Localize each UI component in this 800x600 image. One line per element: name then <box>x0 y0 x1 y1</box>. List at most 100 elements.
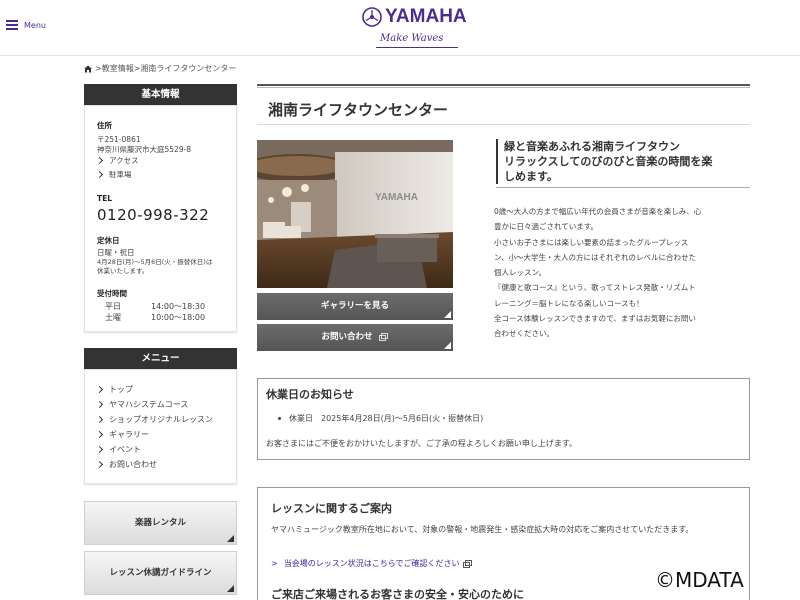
gallery-button-label: ギャラリーを見る <box>320 301 389 311</box>
menu-label: Menu <box>24 20 46 30</box>
chevron-right-icon <box>95 415 104 424</box>
closed-note-line-1: 4月28日(月)〜5月6日(火・振替休日)は <box>97 258 213 266</box>
address-label: 住所 <box>97 121 112 130</box>
intro-body-line: 『健康と歌コース』という、歌ってストレス発散・リズムト <box>494 283 696 293</box>
menu-item-label: ギャラリー <box>109 430 149 439</box>
access-link-label: アクセス <box>109 156 139 165</box>
instrument-rental-button[interactable]: 楽器レンタル <box>84 501 237 545</box>
closed-note-line-2: 休業いたします。 <box>97 267 149 275</box>
external-link-icon <box>463 559 473 568</box>
instrument-rental-label: 楽器レンタル <box>134 518 186 528</box>
hours-row-weekday: 平日 14:00〜18:30 <box>105 301 205 312</box>
chevron-right-icon <box>95 430 104 439</box>
breadcrumb: > 教室情報 > 湘南ライフタウンセンター <box>84 63 236 74</box>
menu-heading: メニュー <box>84 348 237 369</box>
chevron-right-icon <box>95 460 104 469</box>
safety-heading: ご来店ご来場されるお客さまの安全・安心のために <box>271 588 524 600</box>
hours-time: 14:00〜18:30 <box>151 302 206 311</box>
chevron-right-icon <box>95 400 104 409</box>
hours-time: 10:00〜18:00 <box>151 313 206 322</box>
center-photo: YAMAHA <box>257 140 453 288</box>
menu-item-event[interactable]: イベント <box>95 444 141 455</box>
breadcrumb-item-classroom-info[interactable]: 教室情報 <box>102 63 134 74</box>
parking-link-label: 駐車場 <box>109 170 132 179</box>
lesson-cancel-guideline-button[interactable]: レッスン休講ガイドライン <box>84 551 237 595</box>
home-icon[interactable] <box>84 65 92 73</box>
contact-button[interactable]: お問い合わせ <box>257 324 453 351</box>
chevron-right-icon <box>95 385 104 394</box>
corner-arrow-icon <box>444 342 451 349</box>
chevron-right-icon: > <box>271 559 278 568</box>
intro-body-line: 個人レッスン。 <box>494 268 547 278</box>
menu-item-label: ショップオリジナルレッスン <box>109 415 213 424</box>
intro-heading-rule <box>496 187 750 188</box>
site-header: Menu YAMAHA Make Waves <box>0 0 800 56</box>
menu-item-gallery[interactable]: ギャラリー <box>95 429 149 440</box>
menu-item-contact[interactable]: お問い合わせ <box>95 459 157 470</box>
chevron-right-icon <box>95 170 104 179</box>
brand-name: YAMAHA <box>385 6 467 27</box>
tagline-underline <box>376 47 458 48</box>
menu-button[interactable]: Menu <box>6 20 46 30</box>
lobby-illustration: YAMAHA <box>257 140 453 288</box>
closure-notice-box: 休業日のお知らせ 休業日 2025年4月28日(月)〜5月6日(火・振替休日) … <box>257 378 750 460</box>
basic-info-panel: 住所 〒251-0861 神奈川県藤沢市大庭5529-8 アクセス 駐車場 TE… <box>84 105 237 332</box>
intro-body-line: 全コース体験レッスンできますので、まずはお気軽にお問い <box>494 314 696 324</box>
tagline: Make Waves <box>380 33 444 44</box>
menu-item-label: ヤマハシステムコース <box>109 400 189 409</box>
gallery-button[interactable]: ギャラリーを見る <box>257 293 453 320</box>
breadcrumb-item-current: 湘南ライフタウンセンター <box>140 64 237 73</box>
intro-heading-line: しめます。 <box>504 170 558 183</box>
lesson-info-title: レッスンに関するご案内 <box>271 502 392 515</box>
address-text: 神奈川県藤沢市大庭5529-8 <box>97 145 192 154</box>
hours-row-saturday: 土曜 10:00〜18:00 <box>105 312 205 323</box>
breadcrumb-separator: > <box>95 64 102 73</box>
bullet-icon <box>278 417 281 420</box>
lesson-info-text: ヤマハミュージック教室所在地において、対象の警報・地震発生・感染症拡大時の対応を… <box>271 525 694 534</box>
tel-number[interactable]: 0120-998-322 <box>97 206 209 224</box>
title-bottom-rule <box>257 124 750 125</box>
breadcrumb-separator: > <box>133 64 141 73</box>
page-title: 湘南ライフタウンセンター <box>268 101 449 119</box>
menu-item-system-course[interactable]: ヤマハシステムコース <box>95 399 189 410</box>
tuning-fork-emblem-icon <box>362 7 382 27</box>
intro-body-line: 豊かに日々過ごされています。 <box>494 222 599 232</box>
corner-arrow-icon <box>444 311 451 318</box>
menu-item-shop-lesson[interactable]: ショップオリジナルレッスン <box>95 414 213 425</box>
access-link[interactable]: アクセス <box>95 155 139 166</box>
notice-item-text: 休業日 2025年4月28日(月)〜5月6日(火・振替休日) <box>289 414 484 423</box>
menu-item-top[interactable]: トップ <box>95 384 133 395</box>
menu-item-label: お問い合わせ <box>109 460 157 469</box>
notice-list-item: 休業日 2025年4月28日(月)〜5月6日(火・振替休日) <box>278 413 483 424</box>
closed-days-label: 定休日 <box>97 236 120 245</box>
lesson-status-link[interactable]: > 当会場のレッスン状況はこちらでご確認ください <box>271 558 473 569</box>
external-link-icon <box>379 332 389 341</box>
lesson-status-link-label: 当会場のレッスン状況はこちらでご確認ください <box>283 559 460 568</box>
chevron-right-icon <box>95 156 104 165</box>
intro-body: 0歳〜大人の方まで幅広い年代の会員さまが音楽を楽しみ、心 豊かに日々過ごされてい… <box>494 204 752 342</box>
intro-body-line: レーニング＝脳トレになる楽しいコースも！ <box>494 298 644 308</box>
menu-panel: トップ ヤマハシステムコース ショップオリジナルレッスン ギャラリー イベント … <box>84 369 237 484</box>
intro-body-line: 小さいお子さまには楽しい要素の詰まったグループレッス <box>494 237 689 247</box>
hours-day: 土曜 <box>105 313 121 322</box>
menu-item-label: イベント <box>109 445 141 454</box>
intro-body-line: 合わせください。 <box>494 329 554 339</box>
intro-heading-line: 緑と音楽あふれる湘南ライフタウン <box>504 140 680 153</box>
parking-link[interactable]: 駐車場 <box>95 169 132 180</box>
hamburger-icon <box>6 20 18 30</box>
lesson-cancel-guideline-label: レッスン休講ガイドライン <box>109 568 212 578</box>
intro-heading: 緑と音楽あふれる湘南ライフタウン リラックスしてのびのびと音楽の時間を楽 しめま… <box>496 139 750 184</box>
intro-heading-line: リラックスしてのびのびと音楽の時間を楽 <box>504 155 713 168</box>
intro-body-line: 0歳〜大人の方まで幅広い年代の会員さまが音楽を楽しみ、心 <box>494 207 702 216</box>
menu-item-label: トップ <box>109 385 133 394</box>
closed-days: 日曜・祝日 <box>97 248 135 257</box>
tel-label: TEL <box>97 194 113 203</box>
photo-sign-text: YAMAHA <box>375 192 418 203</box>
yamaha-logo[interactable]: YAMAHA Make Waves <box>362 6 468 50</box>
contact-button-label: お問い合わせ <box>321 332 373 342</box>
hours-label: 受付時間 <box>97 289 127 298</box>
watermark: ©MDATA <box>655 568 744 592</box>
title-top-rule <box>257 84 750 86</box>
corner-arrow-icon <box>227 585 234 592</box>
notice-text: お客さまにはご不便をおかけいたしますが、ご了承の程よろしくお願い申し上げます。 <box>266 439 578 448</box>
